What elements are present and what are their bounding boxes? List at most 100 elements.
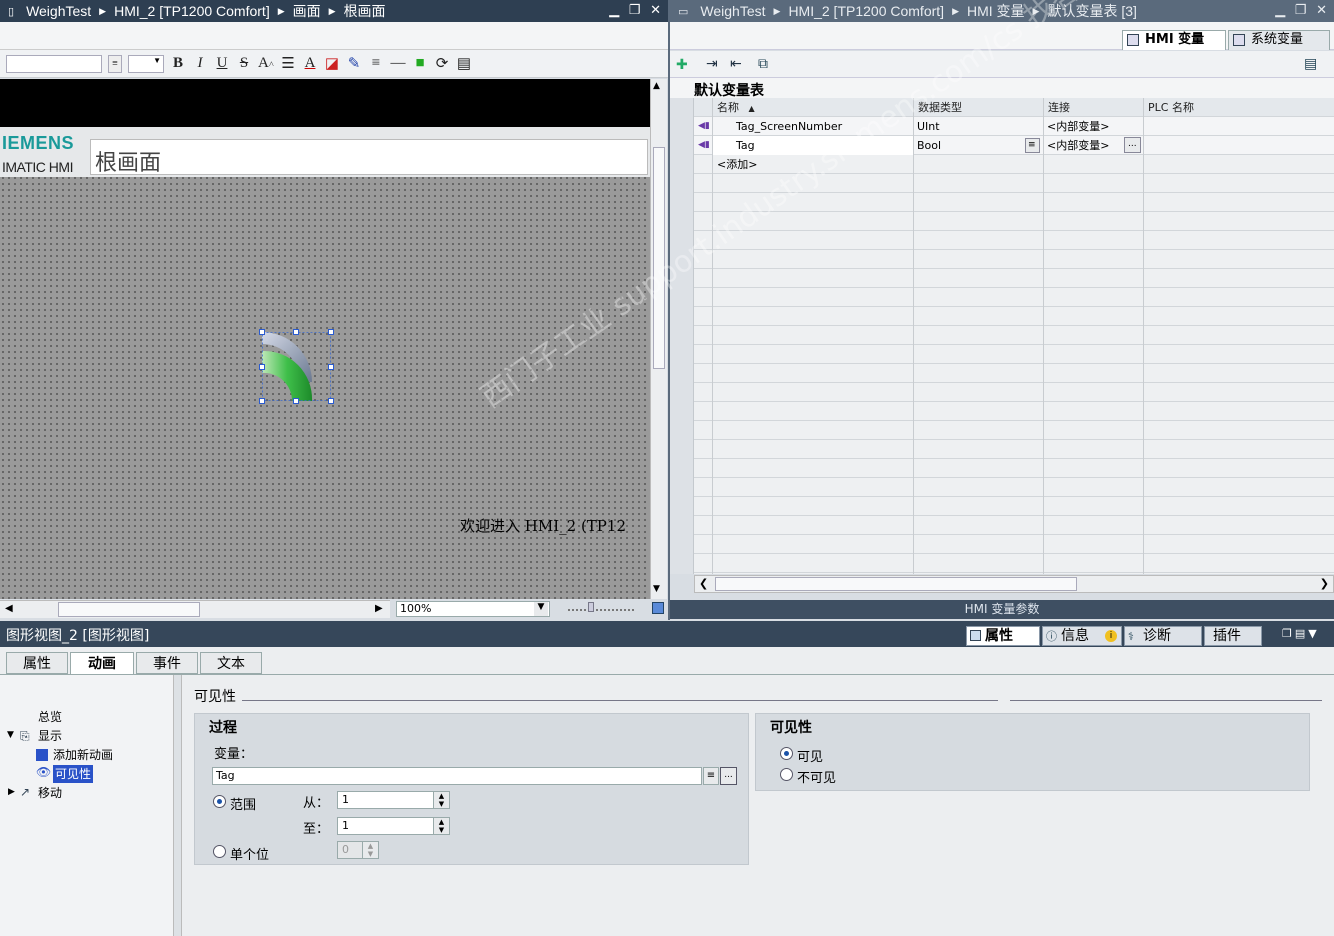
type-picker-icon[interactable]: ≡	[1025, 138, 1040, 153]
add-tag-cell[interactable]: <添加>	[713, 155, 913, 174]
selection-handle[interactable]	[259, 329, 265, 335]
tree-collapsed-icon[interactable]: ▶	[8, 787, 15, 797]
export-icon[interactable]: ⇥	[706, 56, 718, 72]
underline-button[interactable]: U	[214, 55, 230, 72]
side-tab-diagnostics[interactable]: ⚕ 诊断	[1124, 626, 1202, 646]
text-color-icon[interactable]: A	[302, 55, 318, 72]
single-bit-radio[interactable]	[213, 845, 226, 858]
selection-handle[interactable]	[328, 398, 334, 404]
visible-radio[interactable]	[780, 747, 793, 760]
invisible-label[interactable]: 不可见	[797, 767, 836, 786]
tab-events[interactable]: 事件	[136, 652, 198, 674]
table-row[interactable]: ◀▮ Tag_ScreenNumber UInt <内部变量>	[670, 117, 1334, 136]
column-header-plc-name[interactable]: PLC 名称	[1143, 98, 1333, 117]
align-left-icon[interactable]: ☰	[280, 54, 296, 73]
font-list-icon[interactable]: ≡	[108, 54, 122, 73]
visible-label[interactable]: 可见	[797, 746, 823, 765]
table-row[interactable]: ◀▮ Tag Bool ≡ <内部变量> ...	[670, 136, 1334, 155]
zoom-select[interactable]: 100% ▼	[396, 601, 550, 617]
tree-item-visibility[interactable]: 可见性	[53, 765, 94, 783]
tab-texts[interactable]: 文本	[200, 652, 262, 674]
splitter-bar[interactable]	[668, 0, 670, 620]
window-controls[interactable]: ▁ ❐ ✕	[609, 2, 664, 18]
scroll-right-icon[interactable]: ❯	[1320, 577, 1329, 590]
stepper-arrows-icon[interactable]: ▲ ▼	[433, 792, 449, 808]
tab-properties[interactable]: 属性	[6, 652, 68, 674]
side-tab-plugins[interactable]: 插件	[1204, 626, 1262, 646]
tab-system-tags[interactable]: 系统变量	[1228, 30, 1330, 50]
welcome-text[interactable]: 欢迎进入 HMI_2 (TP12	[460, 515, 626, 536]
breadcrumb-device[interactable]: HMI_2 [TP1200 Comfort]	[114, 3, 270, 19]
align-objects-icon[interactable]: ▤	[456, 54, 472, 73]
column-header-name[interactable]: 名称 ▲	[713, 98, 913, 117]
line-width-icon[interactable]: ≡	[368, 55, 384, 72]
table-row-add[interactable]: <添加>	[670, 155, 1334, 174]
selection-handle[interactable]	[259, 398, 265, 404]
tag-name-cell[interactable]: Tag_ScreenNumber	[732, 117, 912, 136]
graphic-view-object[interactable]	[262, 332, 331, 401]
selection-handle[interactable]	[328, 329, 334, 335]
selection-handle[interactable]	[293, 329, 299, 335]
scroll-down-icon[interactable]: ▼	[653, 584, 660, 594]
strikethrough-button[interactable]: S	[236, 55, 252, 72]
inspector-window-controls[interactable]: ❐▤▼	[1282, 627, 1320, 640]
layer-green-icon[interactable]: ■	[412, 55, 428, 72]
breadcrumb-device[interactable]: HMI_2 [TP1200 Comfort]	[788, 3, 944, 19]
side-tab-properties[interactable]: 属性	[966, 626, 1040, 646]
tree-item-display[interactable]: 显示	[38, 727, 62, 745]
range-radio[interactable]	[213, 795, 226, 808]
fit-screen-icon[interactable]	[652, 602, 664, 614]
tag-params-bar[interactable]: HMI 变量参数	[670, 600, 1334, 619]
tree-item-overview[interactable]: 总览	[38, 708, 62, 726]
scroll-thumb[interactable]	[715, 577, 1077, 591]
tree-item-move[interactable]: 移动	[38, 784, 62, 802]
breadcrumb-project[interactable]: WeighTest	[700, 3, 765, 19]
stepper-arrows-icon[interactable]: ▲ ▼	[433, 818, 449, 834]
variable-browse-button[interactable]: ...	[720, 767, 737, 785]
variable-input[interactable]: Tag	[212, 767, 702, 785]
line-style-icon[interactable]: —	[390, 55, 406, 72]
chevron-down-icon[interactable]: ▼	[534, 602, 548, 616]
canvas-vertical-scrollbar[interactable]: ▲ ▼	[650, 79, 667, 599]
selection-handle[interactable]	[328, 364, 334, 370]
connection-browse-button[interactable]: ...	[1124, 137, 1141, 153]
breadcrumb-screens[interactable]: 画面	[293, 1, 321, 21]
variable-list-icon[interactable]: ≡	[703, 767, 719, 785]
breadcrumb-hmi-tags[interactable]: HMI 变量	[967, 1, 1025, 21]
to-stepper[interactable]: 1 ▲ ▼	[337, 817, 450, 835]
invisible-radio[interactable]	[780, 768, 793, 781]
zoom-slider[interactable]	[568, 602, 634, 612]
add-tag-icon[interactable]: ✚	[676, 57, 688, 73]
tag-type-cell[interactable]: Bool	[913, 136, 1023, 155]
selection-handle[interactable]	[259, 364, 265, 370]
scroll-right-icon[interactable]: ▶	[375, 603, 383, 614]
screen-canvas[interactable]: IEMENS IMATIC HMI 根画面 欢迎进入 HMI_2 (TP12	[0, 79, 650, 599]
range-label[interactable]: 范围	[230, 794, 256, 813]
single-bit-label[interactable]: 单个位	[230, 844, 269, 863]
font-grow-icon[interactable]: A˄	[258, 55, 274, 72]
breadcrumb-project[interactable]: WeighTest	[26, 3, 91, 19]
column-header-connection[interactable]: 连接	[1043, 98, 1143, 117]
scroll-thumb[interactable]	[58, 602, 200, 617]
line-color-icon[interactable]: ✎	[346, 54, 362, 73]
scroll-thumb[interactable]	[653, 147, 665, 369]
tag-connection-cell[interactable]: <内部变量>	[1043, 136, 1123, 155]
font-size-field[interactable]: ▼	[128, 54, 164, 73]
tab-animations[interactable]: 动画	[70, 652, 134, 675]
rotate-icon[interactable]: ⟳	[434, 54, 450, 73]
tree-item-add-animation[interactable]: 添加新动画	[53, 746, 113, 764]
tree-expand-icon[interactable]: ▼	[7, 730, 14, 740]
tag-type-cell[interactable]: UInt	[913, 117, 1043, 136]
panel-layout-icon[interactable]: ▤	[1304, 56, 1317, 72]
window-controls[interactable]: ▁ ❐ ✕	[1275, 2, 1330, 18]
import-icon[interactable]: ⇤	[730, 56, 742, 72]
canvas-horizontal-scrollbar[interactable]: ◀ ▶	[0, 600, 390, 618]
tab-hmi-tags[interactable]: HMI 变量	[1122, 30, 1226, 50]
column-header-type[interactable]: 数据类型	[913, 98, 1043, 117]
tag-table-settings-icon[interactable]: ⧉	[758, 56, 768, 72]
scroll-left-icon[interactable]: ❮	[699, 577, 708, 590]
scroll-up-icon[interactable]: ▲	[653, 81, 660, 91]
italic-button[interactable]: I	[192, 55, 208, 72]
fill-color-icon[interactable]: ◪	[324, 54, 340, 73]
zoom-slider-thumb[interactable]	[588, 602, 594, 612]
